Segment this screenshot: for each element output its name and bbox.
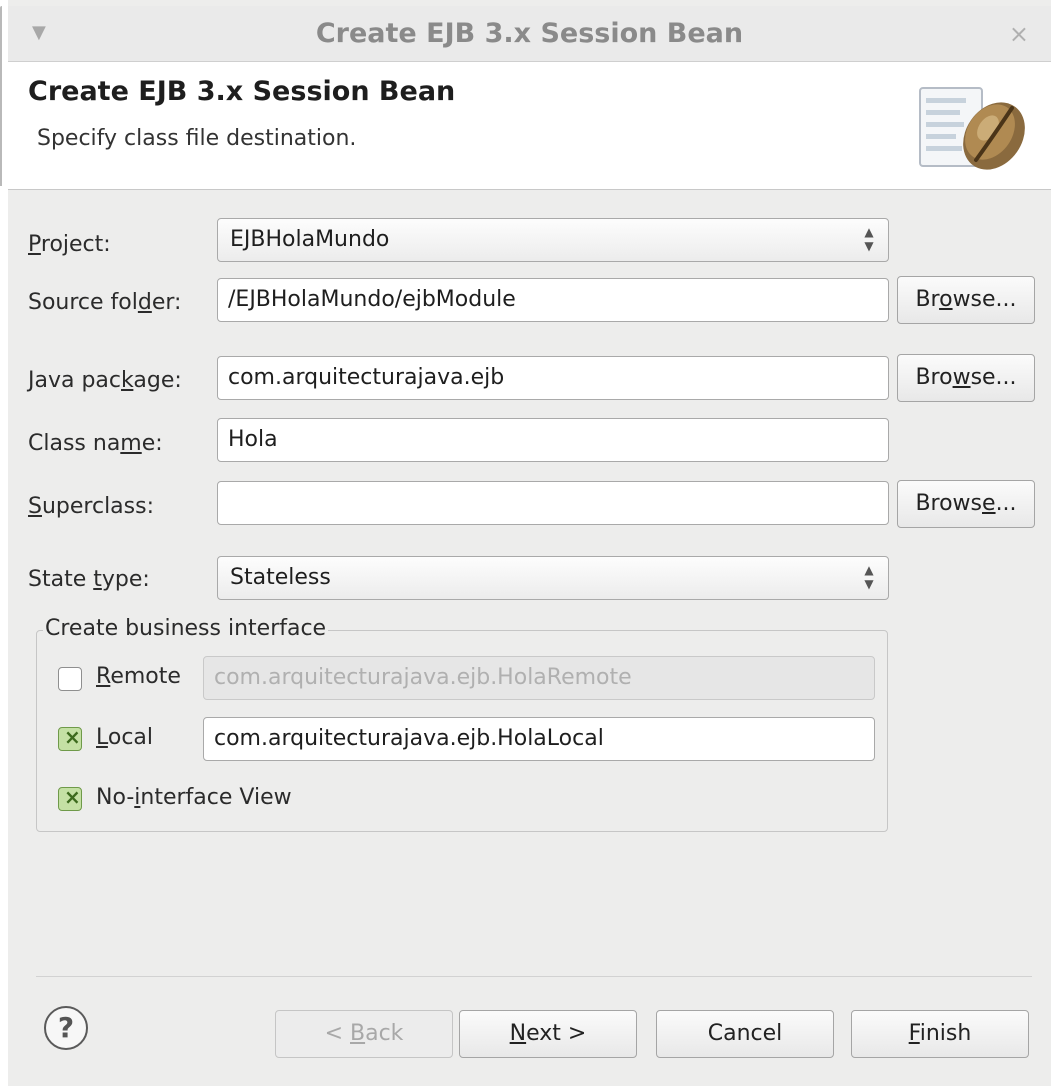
title-bar: ▼ Create EJB 3.x Session Bean × xyxy=(8,6,1051,62)
state-type-label: State type: xyxy=(28,567,150,592)
class-name-label: Class name: xyxy=(28,431,163,456)
spinner-arrows-icon: ▲ ▼ xyxy=(864,563,874,591)
finish-button[interactable]: Finish xyxy=(851,1010,1029,1058)
source-folder-input[interactable]: /EJBHolaMundo/ejbModule xyxy=(217,278,889,322)
local-checkbox[interactable] xyxy=(58,725,82,751)
remote-checkbox[interactable] xyxy=(58,667,82,691)
browse-superclass-button[interactable]: Browse... xyxy=(897,480,1035,528)
java-package-input[interactable]: com.arquitecturajava.ejb xyxy=(217,356,889,400)
local-interface-input[interactable]: com.arquitecturajava.ejb.HolaLocal xyxy=(203,717,875,761)
window-title: Create EJB 3.x Session Bean xyxy=(315,18,744,49)
no-interface-view-checkbox[interactable] xyxy=(58,785,82,811)
class-name-input[interactable]: Hola xyxy=(217,418,889,462)
project-label: Project: xyxy=(28,232,111,257)
footer-separator xyxy=(36,976,1032,977)
header-banner: Create EJB 3.x Session Bean Specify clas… xyxy=(8,62,1051,190)
source-folder-label: Source folder: xyxy=(28,290,182,315)
help-icon[interactable]: ? xyxy=(44,1006,88,1050)
no-interface-view-label: No-interface View xyxy=(96,785,292,810)
local-label: Local xyxy=(96,725,154,750)
back-button[interactable]: < Back xyxy=(275,1010,453,1058)
state-type-value: Stateless xyxy=(230,565,331,590)
window-edge xyxy=(0,6,2,186)
remote-label: Remote xyxy=(96,664,181,689)
spinner-arrows-icon: ▲ ▼ xyxy=(864,225,874,253)
dialog: ▼ Create EJB 3.x Session Bean × Create E… xyxy=(8,0,1051,1086)
close-icon[interactable]: × xyxy=(1009,20,1029,48)
next-button[interactable]: Next > xyxy=(459,1010,637,1058)
browse-java-package-button[interactable]: Browse... xyxy=(897,354,1035,402)
business-interface-title: Create business interface xyxy=(43,616,329,641)
browse-source-folder-button[interactable]: Browse... xyxy=(897,276,1035,324)
remote-interface-input[interactable]: com.arquitecturajava.ejb.HolaRemote xyxy=(203,656,875,700)
banner-title: Create EJB 3.x Session Bean xyxy=(28,76,456,107)
superclass-label: Superclass: xyxy=(28,494,154,519)
project-value: EJBHolaMundo xyxy=(230,227,390,252)
state-type-combo[interactable]: Stateless ▲ ▼ xyxy=(217,556,889,600)
banner-subtitle: Specify class file destination. xyxy=(37,126,357,151)
project-combo[interactable]: EJBHolaMundo ▲ ▼ xyxy=(217,218,889,262)
cancel-button[interactable]: Cancel xyxy=(656,1010,834,1058)
java-package-label: Java package: xyxy=(28,368,182,393)
coffee-bean-icon xyxy=(919,87,1025,170)
superclass-input[interactable] xyxy=(217,481,889,525)
